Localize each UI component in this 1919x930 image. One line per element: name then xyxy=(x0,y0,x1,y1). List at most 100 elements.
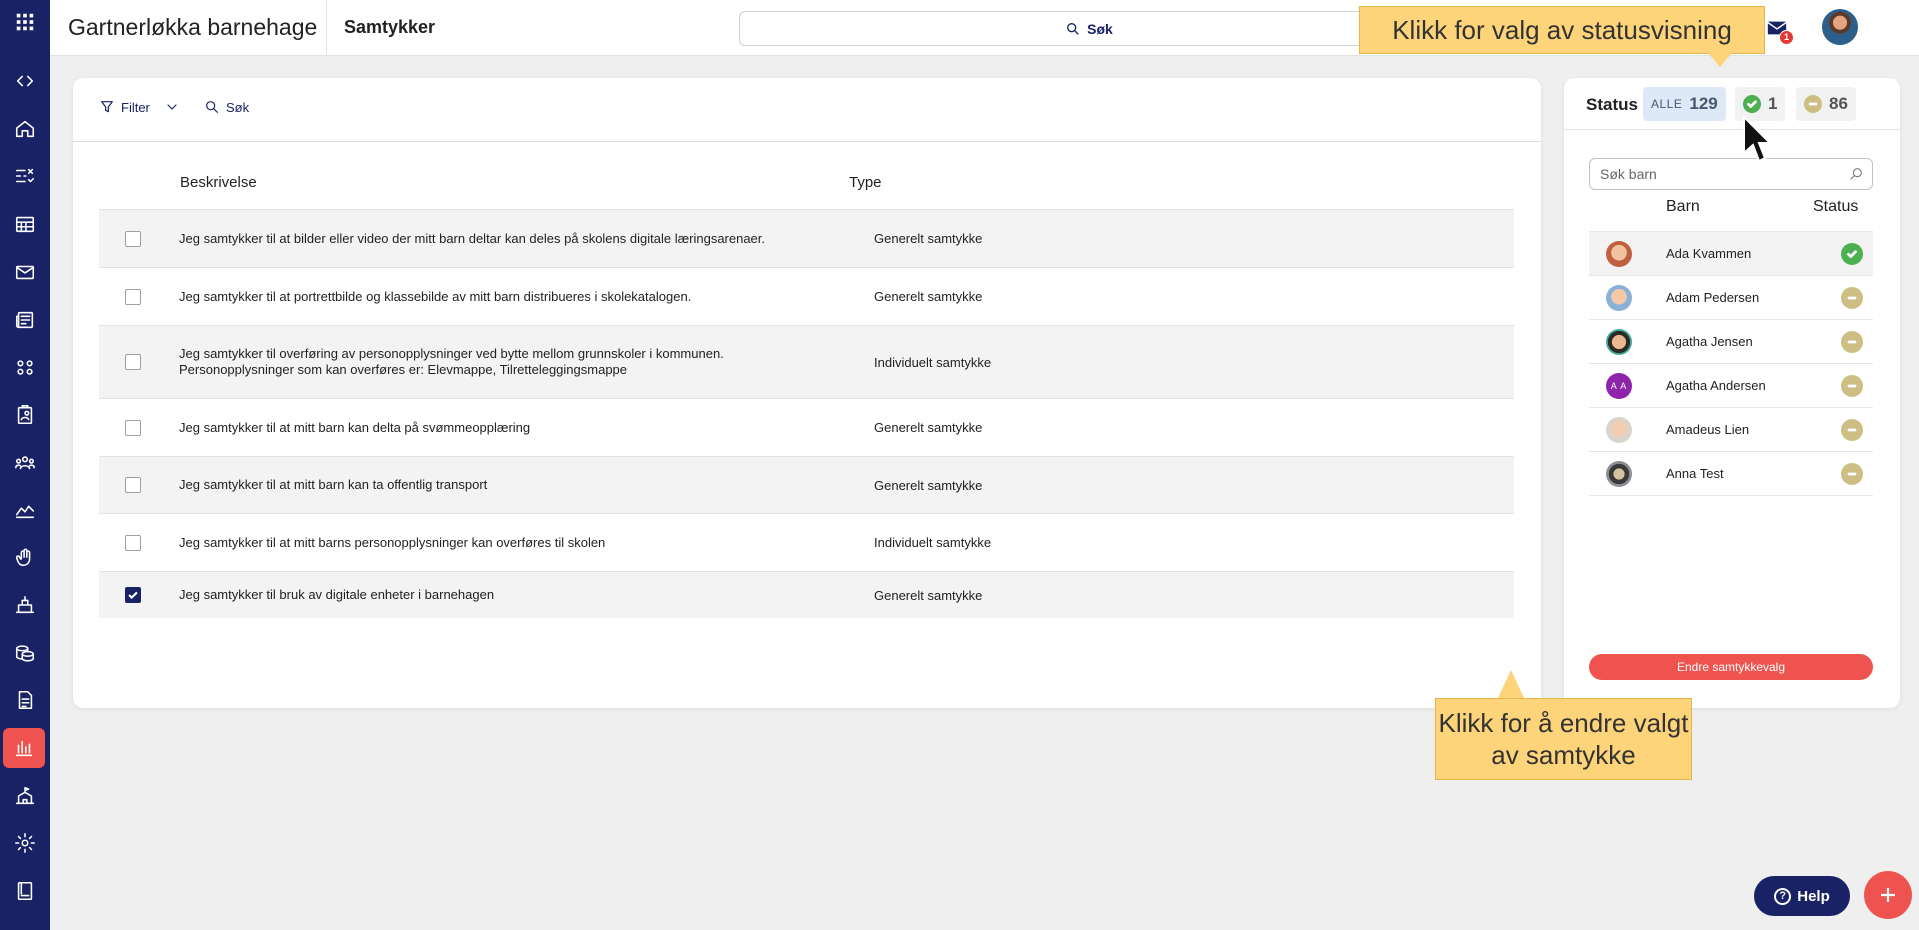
pending-status-icon xyxy=(1841,286,1863,309)
news-icon[interactable] xyxy=(0,302,50,338)
status-panel: Status ALLE 129 1 86 Søk barn Barn Statu… xyxy=(1564,78,1900,708)
row-checkbox[interactable] xyxy=(125,354,141,370)
school-icon[interactable] xyxy=(0,778,50,814)
help-label: Help xyxy=(1797,887,1830,905)
child-row[interactable]: Adam Pedersen xyxy=(1589,275,1873,319)
filter-label: Filter xyxy=(121,99,150,115)
row-checkbox[interactable] xyxy=(125,419,141,436)
child-row[interactable]: Agatha Jensen xyxy=(1589,319,1873,363)
consent-type: Generelt samtykke xyxy=(874,587,983,603)
search-icon xyxy=(1067,22,1079,35)
row-checkbox[interactable] xyxy=(125,288,141,305)
tasks-icon[interactable] xyxy=(0,158,50,194)
list-search-button[interactable]: Søk xyxy=(204,99,249,115)
consent-description: Jeg samtykker til at portrettbilde og kl… xyxy=(179,288,692,304)
child-name: Adam Pedersen xyxy=(1666,290,1760,305)
groups-icon[interactable] xyxy=(0,445,50,481)
child-row[interactable]: Anna Test xyxy=(1589,451,1873,495)
consent-description: Jeg samtykker til at bilder eller video … xyxy=(179,230,766,246)
table-row[interactable]: Jeg samtykker til at mitt barn kan ta of… xyxy=(99,456,1514,513)
left-navigation xyxy=(0,0,50,930)
tooltip-arrow xyxy=(1708,53,1732,67)
child-name: Amadeus Lien xyxy=(1666,422,1750,437)
child-name: Agatha Andersen xyxy=(1666,378,1766,393)
table-row[interactable]: Jeg samtykker til at mitt barns personop… xyxy=(99,513,1514,571)
row-checkbox[interactable] xyxy=(125,534,141,551)
status-pending-count: 86 xyxy=(1829,94,1848,113)
child-search-input[interactable]: Søk barn xyxy=(1589,158,1873,190)
pending-status-icon xyxy=(1841,374,1863,397)
card-toolbar: Filter Søk xyxy=(73,78,1541,142)
child-name: Anna Test xyxy=(1666,466,1724,481)
status-label: Status xyxy=(1586,95,1638,114)
pending-status-icon xyxy=(1841,418,1863,441)
status-approved-count: 1 xyxy=(1768,94,1778,113)
global-search-label: Søk xyxy=(1087,20,1113,37)
status-filter-bar: Status ALLE 129 1 86 xyxy=(1564,78,1900,130)
consent-type: Individuelt samtykke xyxy=(874,535,992,550)
apps-grid-icon[interactable] xyxy=(0,4,50,40)
chevron-down-icon xyxy=(167,104,177,110)
child-avatar xyxy=(1606,416,1632,443)
add-button[interactable] xyxy=(1864,871,1912,919)
column-header-child: Barn xyxy=(1666,198,1700,215)
hand-icon[interactable] xyxy=(0,540,50,576)
child-avatar xyxy=(1606,284,1632,311)
child-avatar-initials: A A xyxy=(1606,372,1632,399)
child-name: Agatha Jensen xyxy=(1666,334,1753,349)
column-header-status: Status xyxy=(1813,198,1859,215)
mail-icon[interactable] xyxy=(0,254,50,290)
home-icon[interactable] xyxy=(0,111,50,147)
settings-gear-icon[interactable] xyxy=(0,825,50,861)
table-row[interactable]: Jeg samtykker til bruk av digitale enhet… xyxy=(99,571,1514,618)
child-row[interactable]: Amadeus Lien xyxy=(1589,407,1873,451)
check-icon xyxy=(1743,95,1761,113)
list-search-label: Søk xyxy=(226,99,250,115)
pending-status-icon xyxy=(1841,462,1863,485)
table-row[interactable]: Jeg samtykker til at mitt barn kan delta… xyxy=(99,398,1514,456)
change-consent-tooltip: Klikk for å endre valgt av samtykke xyxy=(1435,698,1692,780)
child-avatar xyxy=(1606,460,1632,487)
messages-button[interactable]: 1 xyxy=(1763,14,1795,45)
children-icon[interactable] xyxy=(0,350,50,386)
row-checkbox-checked[interactable] xyxy=(125,587,141,603)
status-view-tooltip: Klikk for valg av statusvisning xyxy=(1359,6,1765,54)
consent-description: Jeg samtykker til at mitt barn kan ta of… xyxy=(179,477,488,492)
consent-type: Generelt samtykke xyxy=(874,420,983,435)
table-row[interactable]: Jeg samtykker til at bilder eller video … xyxy=(99,209,1514,267)
user-avatar[interactable] xyxy=(1820,7,1860,47)
child-row[interactable]: Ada Kvammen xyxy=(1589,231,1873,275)
handbook-icon[interactable] xyxy=(0,873,50,909)
consent-list-card: Filter Søk Beskrivelse Type Jeg samtykke… xyxy=(73,78,1541,708)
document-icon[interactable] xyxy=(0,682,50,718)
activity-icon[interactable] xyxy=(0,492,50,528)
pending-status-icon xyxy=(1841,330,1863,353)
column-header-type[interactable]: Type xyxy=(849,174,882,191)
column-header-description[interactable]: Beskrivelse xyxy=(180,174,257,191)
status-filter-all[interactable]: ALLE 129 xyxy=(1643,87,1726,121)
table-row[interactable]: Jeg samtykker til overføring av personop… xyxy=(99,325,1514,398)
messages-badge: 1 xyxy=(1779,30,1795,45)
search-icon xyxy=(1850,168,1862,180)
global-search-button[interactable]: Søk xyxy=(739,11,1439,46)
child-row[interactable]: A A Agatha Andersen xyxy=(1589,363,1873,407)
plus-icon xyxy=(1881,888,1895,902)
minus-icon xyxy=(1804,95,1822,113)
help-button[interactable]: ? Help xyxy=(1754,876,1850,916)
table-row[interactable]: Jeg samtykker til at portrettbilde og kl… xyxy=(99,267,1514,325)
checkmark-icon xyxy=(128,591,138,600)
kindergarten-icon[interactable] xyxy=(0,587,50,623)
reports-icon[interactable] xyxy=(3,728,45,768)
row-checkbox[interactable] xyxy=(125,477,141,493)
filter-button[interactable]: Filter xyxy=(99,99,180,115)
row-checkbox[interactable] xyxy=(125,230,141,247)
calendar-icon[interactable] xyxy=(0,206,50,242)
change-consent-button[interactable]: Endre samtykkevalg xyxy=(1589,654,1873,680)
payments-icon[interactable] xyxy=(0,635,50,671)
status-filter-pending[interactable]: 86 xyxy=(1796,87,1856,121)
status-all-count: 129 xyxy=(1689,94,1718,113)
expand-collapse-icon[interactable] xyxy=(0,63,50,99)
title-divider xyxy=(326,0,327,56)
consent-type: Generelt samtykke xyxy=(874,231,983,246)
attendance-icon[interactable] xyxy=(0,397,50,433)
